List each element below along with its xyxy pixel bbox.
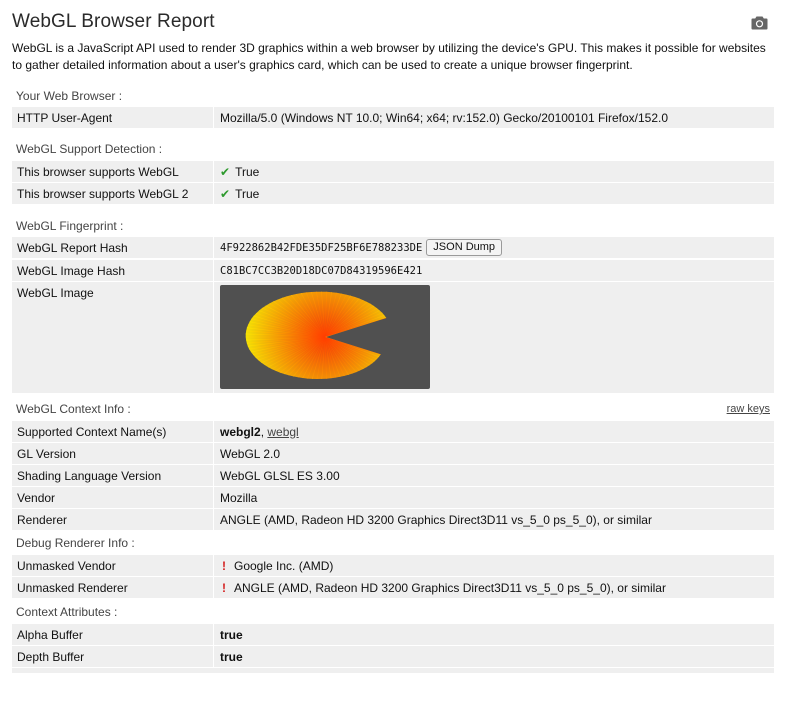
row-value-cell: ! ANGLE (AMD, Radeon HD 3200 Graphics Di… — [213, 577, 774, 598]
row-report-hash: WebGL Report Hash 4F922862B42FDE35DF25BF… — [12, 236, 774, 258]
row-value: true — [213, 624, 774, 645]
row-label: WebGL Image Hash — [17, 263, 126, 278]
check-icon: ✔ — [220, 164, 231, 179]
context-primary: webgl2 — [220, 424, 261, 439]
intro-text: WebGL is a JavaScript API used to render… — [12, 41, 766, 72]
section-context-attributes: Context Attributes : — [12, 601, 774, 623]
row-value: Google Inc. (AMD) — [234, 558, 334, 573]
row-shading-language: Shading Language Version WebGL GLSL ES 3… — [12, 464, 774, 486]
row-label: Unmasked Renderer — [17, 580, 128, 595]
row-supports-webgl: This browser supports WebGL ✔ True — [12, 160, 774, 182]
row-label: Supported Context Name(s) — [17, 424, 167, 439]
row-value: WebGL 2.0 — [213, 443, 774, 464]
row-context-names: Supported Context Name(s) webgl2, webgl — [12, 420, 774, 442]
row-webgl-image: WebGL Image — [12, 281, 774, 393]
table-end-strip — [12, 667, 774, 673]
row-value-cell: ✔ True — [213, 161, 774, 182]
camera-icon[interactable] — [751, 15, 768, 30]
row-value: True — [235, 164, 260, 179]
webgl-image — [220, 285, 430, 389]
raw-keys-link[interactable]: raw keys — [727, 403, 770, 415]
section-support-detection: WebGL Support Detection : — [12, 138, 774, 160]
row-value: True — [235, 186, 260, 201]
row-label: Depth Buffer — [17, 649, 85, 664]
row-value-cell — [213, 282, 774, 393]
row-label: Unmasked Vendor — [17, 558, 116, 573]
row-label: Renderer — [17, 512, 68, 527]
section-context-info: WebGL Context Info : raw keys — [12, 398, 774, 420]
row-label: Shading Language Version — [17, 468, 162, 483]
page-title: WebGL Browser Report — [12, 11, 215, 32]
row-vendor: Vendor Mozilla — [12, 486, 774, 508]
row-renderer: Renderer ANGLE (AMD, Radeon HD 3200 Grap… — [12, 508, 774, 530]
row-label: HTTP User-Agent — [17, 110, 113, 125]
row-value-cell: C81BC7CC3B20D18DC07D84319596E421 — [213, 260, 774, 281]
row-value: WebGL GLSL ES 3.00 — [213, 465, 774, 486]
row-value-cell: ✔ True — [213, 183, 774, 204]
row-value: ANGLE (AMD, Radeon HD 3200 Graphics Dire… — [234, 580, 666, 595]
row-gl-version: GL Version WebGL 2.0 — [12, 442, 774, 464]
row-label: Vendor — [17, 490, 56, 505]
row-value: Mozilla — [213, 487, 774, 508]
row-supports-webgl2: This browser supports WebGL 2 ✔ True — [12, 182, 774, 204]
row-label: WebGL Report Hash — [17, 240, 128, 255]
section-title: WebGL Context Info : — [16, 402, 131, 416]
row-value-cell: ! Google Inc. (AMD) — [213, 555, 774, 576]
warning-icon: ! — [222, 558, 226, 573]
report-hash-value: 4F922862B42FDE35DF25BF6E788233DE — [220, 241, 423, 254]
row-unmasked-vendor: Unmasked Vendor ! Google Inc. (AMD) — [12, 554, 774, 576]
context-webgl-link[interactable]: webgl — [267, 425, 298, 439]
row-value-cell: 4F922862B42FDE35DF25BF6E788233DE JSON Du… — [213, 237, 774, 258]
row-value: ANGLE (AMD, Radeon HD 3200 Graphics Dire… — [213, 509, 774, 530]
row-user-agent: HTTP User-Agent Mozilla/5.0 (Windows NT … — [12, 106, 774, 128]
row-value: true — [213, 646, 774, 667]
row-label: This browser supports WebGL — [17, 164, 179, 179]
row-depth-buffer: Depth Buffer true — [12, 645, 774, 667]
row-image-hash: WebGL Image Hash C81BC7CC3B20D18DC07D843… — [12, 259, 774, 281]
row-value-cell: webgl2, webgl — [213, 421, 774, 442]
row-label: WebGL Image — [17, 286, 94, 300]
row-unmasked-renderer: Unmasked Renderer ! ANGLE (AMD, Radeon H… — [12, 576, 774, 598]
json-dump-button[interactable]: JSON Dump — [426, 239, 503, 256]
row-value: Mozilla/5.0 (Windows NT 10.0; Win64; x64… — [213, 107, 774, 128]
row-label: This browser supports WebGL 2 — [17, 186, 189, 201]
warning-icon: ! — [222, 580, 226, 595]
row-alpha-buffer: Alpha Buffer true — [12, 623, 774, 645]
row-label: GL Version — [17, 446, 76, 461]
section-fingerprint: WebGL Fingerprint : — [12, 215, 774, 237]
image-hash-value: C81BC7CC3B20D18DC07D84319596E421 — [220, 264, 423, 277]
row-label: Alpha Buffer — [17, 627, 83, 642]
section-debug-renderer: Debug Renderer Info : — [12, 532, 774, 554]
section-web-browser: Your Web Browser : — [12, 85, 774, 107]
check-icon: ✔ — [220, 186, 231, 201]
